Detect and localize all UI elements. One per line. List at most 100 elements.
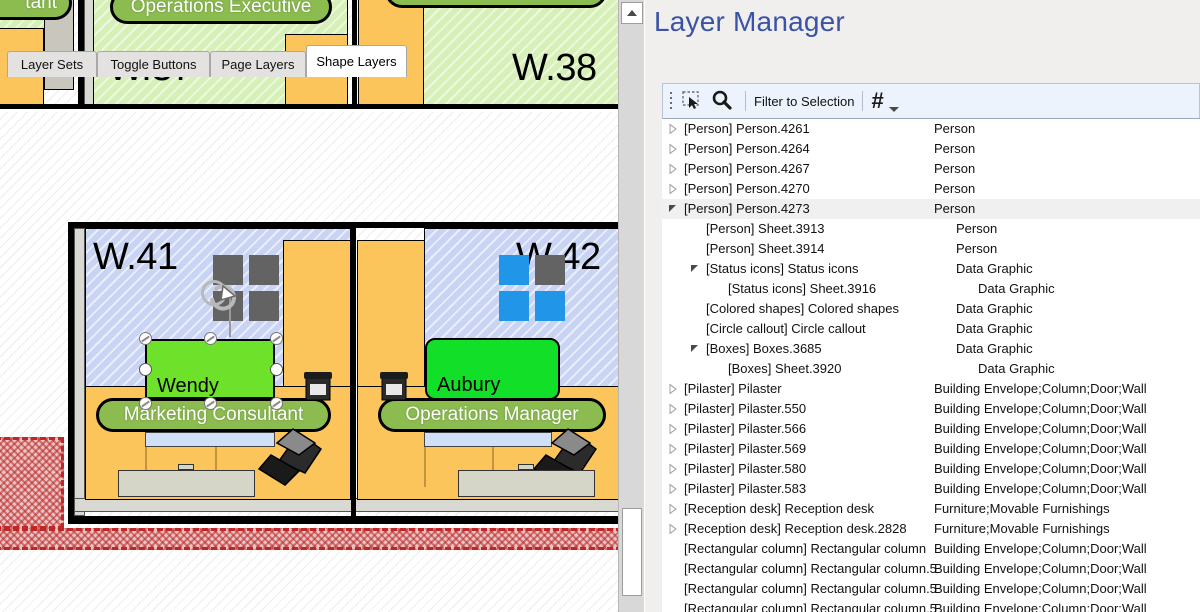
table-row[interactable]: [Boxes] Sheet.3920 Data Graphic <box>662 359 1200 379</box>
layer-category-cell: Furniture;Movable Furnishings <box>934 521 1110 536</box>
scrollbar-thumb[interactable] <box>622 508 642 596</box>
furniture-w41-right[interactable] <box>283 240 351 388</box>
status-square-2[interactable] <box>249 255 279 285</box>
cabinet-w41[interactable] <box>118 470 255 497</box>
table-row[interactable]: [Rectangular column] Rectangular column.… <box>662 599 1200 612</box>
selection-handle-tc[interactable] <box>204 332 217 345</box>
tab-page-layers[interactable]: Page Layers <box>210 51 306 77</box>
cabinet-handle-w41 <box>178 464 194 470</box>
table-row[interactable]: [Rectangular column] Rectangular column B… <box>662 539 1200 559</box>
phone-icon-w42 <box>380 372 408 401</box>
marquee-select-icon[interactable] <box>679 88 707 114</box>
table-row[interactable]: [Colored shapes] Colored shapes Data Grap… <box>662 299 1200 319</box>
toolbar-grip-icon[interactable] <box>667 91 677 111</box>
layer-name-cell: [Pilaster] Pilaster <box>684 381 782 396</box>
tree-expand-arrow-closed-icon[interactable] <box>668 504 678 514</box>
page-title: Layer Manager <box>654 6 845 37</box>
layer-name-cell: [Colored shapes] Colored shapes <box>706 301 899 316</box>
table-row[interactable]: [Status icons] Status icons Data Graphic <box>662 259 1200 279</box>
table-row[interactable]: [Reception desk] Reception desk.2828 Furn… <box>662 519 1200 539</box>
table-row[interactable]: [Pilaster] Pilaster.566 Building Envelope… <box>662 419 1200 439</box>
table-row[interactable]: [Person] Person.4264 Person <box>662 139 1200 159</box>
tree-expand-arrow-closed-icon[interactable] <box>668 524 678 534</box>
layer-category-cell: Person <box>934 141 976 156</box>
shape-layers-tree[interactable]: [Person] Person.4261 Person [Person] Perso… <box>662 119 1200 612</box>
cabinet-w42[interactable] <box>458 470 595 497</box>
tree-expand-arrow-closed-icon[interactable] <box>668 164 678 174</box>
tree-expand-arrow-closed-icon[interactable] <box>668 464 678 474</box>
tree-expand-arrow-open-icon[interactable] <box>668 204 678 214</box>
tree-expand-arrow-open-icon[interactable] <box>690 264 700 274</box>
table-row[interactable]: [Rectangular column] Rectangular column.… <box>662 579 1200 599</box>
layer-category-cell: Building Envelope;Column;Door;Wall <box>934 421 1147 436</box>
layer-category-cell: Data Graphic <box>978 281 1055 296</box>
table-row[interactable]: [Person] Sheet.3914 Person <box>662 239 1200 259</box>
selection-handle-bc[interactable] <box>204 397 217 410</box>
selection-handle-mr[interactable] <box>270 363 283 376</box>
selection-handle-br[interactable] <box>270 397 283 410</box>
table-row[interactable]: [Boxes] Boxes.3685 Data Graphic <box>662 339 1200 359</box>
name-box-aubury-jones[interactable]: Aubury Jones <box>425 338 560 400</box>
layer-category-cell: Person <box>934 181 976 196</box>
tab-layer-sets[interactable]: Layer Sets <box>7 51 97 77</box>
role-callout-operations-executive[interactable]: Operations Executive <box>110 0 332 24</box>
wall-vertical-cubicle-divider <box>351 222 356 516</box>
tree-expand-arrow-open-icon[interactable] <box>690 344 700 354</box>
status-square-4[interactable] <box>249 291 279 321</box>
layer-category-cell: Data Graphic <box>956 301 1033 316</box>
table-row[interactable]: [Person] Person.4267 Person <box>662 159 1200 179</box>
selection-handle-ml[interactable] <box>139 363 152 376</box>
filter-to-selection-button[interactable]: Filter to Selection <box>754 94 854 109</box>
status-icons-w42[interactable] <box>499 255 565 321</box>
selection-handle-tl[interactable] <box>139 332 152 345</box>
tree-expand-arrow-closed-icon[interactable] <box>668 424 678 434</box>
layer-name-cell: [Rectangular column] Rectangular column.… <box>684 581 937 596</box>
office-chair-icon-w41[interactable] <box>255 425 325 490</box>
status-square-2[interactable] <box>535 255 565 285</box>
magnifier-icon[interactable] <box>709 88 737 114</box>
name-box-wendy-kahn[interactable]: Wendy Kahn <box>145 339 275 399</box>
tab-toggle-buttons[interactable]: Toggle Buttons <box>97 51 210 77</box>
tab-bar: Layer Sets Toggle Buttons Page Layers Sh… <box>7 45 555 77</box>
status-square-4[interactable] <box>535 291 565 321</box>
table-row[interactable]: [Person] Person.4261 Person <box>662 119 1200 139</box>
status-square-3[interactable] <box>499 291 529 321</box>
role-callout-partial-left[interactable]: tant <box>0 0 72 20</box>
status-square-1[interactable] <box>499 255 529 285</box>
toolbar-divider-1 <box>745 91 746 111</box>
tab-shape-layers[interactable]: Shape Layers <box>306 45 407 77</box>
selection-handle-tr[interactable] <box>270 332 283 345</box>
layer-name-cell: [Reception desk] Reception desk.2828 <box>684 521 907 536</box>
table-row[interactable]: [Circle callout] Circle callout Data Grap… <box>662 319 1200 339</box>
selection-handle-bl[interactable] <box>139 397 152 410</box>
scroll-up-button[interactable] <box>621 2 643 24</box>
tree-expand-arrow-closed-icon[interactable] <box>668 144 678 154</box>
tree-expand-arrow-closed-icon[interactable] <box>668 444 678 454</box>
furniture-w42-left[interactable] <box>357 240 425 388</box>
table-row[interactable]: [Pilaster] Pilaster.583 Building Envelope… <box>662 479 1200 499</box>
tree-expand-arrow-closed-icon[interactable] <box>668 484 678 494</box>
tree-expand-arrow-closed-icon[interactable] <box>668 184 678 194</box>
table-row[interactable]: [Person] Person.4270 Person <box>662 179 1200 199</box>
tree-expand-arrow-closed-icon[interactable] <box>668 384 678 394</box>
hash-icon[interactable]: # <box>871 90 883 112</box>
tree-expand-arrow-closed-icon[interactable] <box>668 124 678 134</box>
table-row[interactable]: [Status icons] Sheet.3916 Data Graphic <box>662 279 1200 299</box>
table-row[interactable]: [Pilaster] Pilaster.580 Building Envelope… <box>662 459 1200 479</box>
table-row[interactable]: [Person] Sheet.3913 Person <box>662 219 1200 239</box>
canvas-vertical-scrollbar[interactable] <box>618 0 644 612</box>
layer-category-cell: Building Envelope;Column;Door;Wall <box>934 461 1147 476</box>
layer-category-cell: Building Envelope;Column;Door;Wall <box>934 381 1147 396</box>
floor-plan-canvas[interactable]: W.37 W.38 tant Operations Executive W.41… <box>0 0 618 612</box>
table-row[interactable]: [Reception desk] Reception desk Furniture… <box>662 499 1200 519</box>
tree-expand-arrow-closed-icon[interactable] <box>668 404 678 414</box>
table-row[interactable]: [Rectangular column] Rectangular column.… <box>662 559 1200 579</box>
role-callout-top-right-partial[interactable] <box>385 0 607 8</box>
table-row[interactable]: [Pilaster] Pilaster.569 Building Envelope… <box>662 439 1200 459</box>
table-row[interactable]: [Person] Person.4273 Person <box>662 199 1200 219</box>
layer-category-cell: Person <box>956 241 998 256</box>
chevron-down-icon[interactable] <box>888 107 899 112</box>
layer-name-cell: [Person] Person.4267 <box>684 161 810 176</box>
table-row[interactable]: [Pilaster] Pilaster Building Envelope;Col… <box>662 379 1200 399</box>
table-row[interactable]: [Pilaster] Pilaster.550 Building Envelope… <box>662 399 1200 419</box>
